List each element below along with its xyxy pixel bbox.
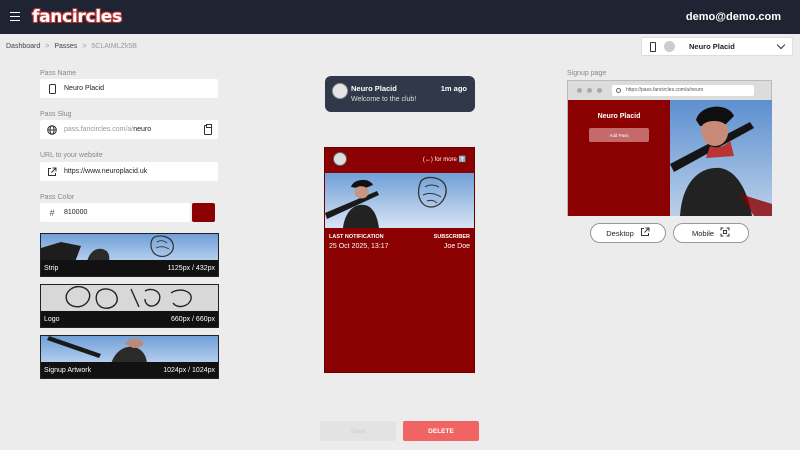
website-value: https://www.neuroplacid.uk xyxy=(64,168,148,175)
logo-name: Logo xyxy=(44,315,60,323)
signup-artwork-image xyxy=(41,336,218,364)
clipboard-icon[interactable] xyxy=(204,124,212,135)
last-notification-value: 25 Oct 2025, 13:17 xyxy=(329,243,389,250)
top-bar: fancircles demo@demo.com xyxy=(0,0,800,34)
slug-value: neuro xyxy=(133,126,152,133)
desktop-preview-button[interactable]: Desktop xyxy=(590,223,666,243)
user-email[interactable]: demo@demo.com xyxy=(686,11,781,23)
globe-icon xyxy=(46,124,58,135)
pass-strip-image xyxy=(325,173,474,228)
save-button[interactable]: Save xyxy=(320,421,396,441)
wallet-pass-preview: (↔) for more ⬆️ LAST NOTIFICATION 25 Oct… xyxy=(324,147,475,373)
pass-header-text: (↔) for more ⬆️ xyxy=(422,157,466,163)
signup-page-label: Signup page xyxy=(567,70,607,77)
desktop-label: Desktop xyxy=(606,228,634,238)
browser-url: https://pass.fancircles.com/a/neuro xyxy=(612,85,754,96)
logo-size: 660px / 660px xyxy=(171,315,215,323)
browser-dot-icon xyxy=(597,88,602,93)
browser-bar: https://pass.fancircles.com/a/neuro xyxy=(568,81,771,100)
external-link-icon xyxy=(640,227,650,239)
delete-button[interactable]: DELETE xyxy=(403,421,479,441)
breadcrumb-passes[interactable]: Passes xyxy=(54,43,77,50)
phone-icon xyxy=(650,41,656,52)
signup-artwork-caption: Signup Artwork 1024px / 1024px xyxy=(41,362,218,378)
signup-left-pane: Neuro Placid Add Pass xyxy=(568,100,670,216)
pass-logo xyxy=(333,152,347,166)
phone-icon xyxy=(46,83,58,94)
pass-color-label: Pass Color xyxy=(40,194,75,201)
chevron-down-icon xyxy=(776,40,786,50)
subscriber-label: SUBSCRIBER xyxy=(433,234,470,240)
last-notification-label: LAST NOTIFICATION xyxy=(329,234,384,240)
search-icon xyxy=(616,88,621,93)
pass-name-field[interactable]: Neuro Placid xyxy=(40,79,218,98)
mobile-label: Mobile xyxy=(691,228,715,238)
website-label: URL to your website xyxy=(40,152,103,159)
pass-selector[interactable]: Neuro Placid xyxy=(641,37,793,56)
pass-avatar xyxy=(664,41,675,52)
signup-browser-preview: https://pass.fancircles.com/a/neuro Neur… xyxy=(567,80,772,216)
breadcrumb-separator: > xyxy=(82,43,87,50)
browser-dot-icon xyxy=(577,88,582,93)
pass-name-value: Neuro Placid xyxy=(64,85,105,92)
subscriber-value: Joe Doe xyxy=(443,243,470,250)
strip-image xyxy=(41,234,218,262)
signup-title: Neuro Placid xyxy=(597,113,641,120)
breadcrumb: Dashboard > Passes > 5CLAtMLZk5B xyxy=(6,43,137,50)
signup-artwork xyxy=(670,100,772,216)
strip-image-tile[interactable]: Strip 1125px / 432px xyxy=(40,233,219,277)
strip-name: Strip xyxy=(44,264,59,272)
menu-icon[interactable] xyxy=(10,12,20,21)
pass-selector-value: Neuro Placid xyxy=(689,42,735,51)
strip-caption: Strip 1125px / 432px xyxy=(41,260,218,276)
color-swatch[interactable] xyxy=(192,203,215,222)
qr-scan-icon xyxy=(720,227,730,239)
website-field[interactable]: https://www.neuroplacid.uk xyxy=(40,162,218,181)
logo-caption: Logo 660px / 660px xyxy=(41,311,218,327)
signup-artwork-size: 1024px / 1024px xyxy=(163,366,215,374)
signup-artwork-name: Signup Artwork xyxy=(44,366,92,374)
pass-name-label: Pass Name xyxy=(40,70,77,77)
app-logo[interactable]: fancircles xyxy=(32,7,122,27)
pass-slug-field[interactable]: pass.fancircles.com/a/neuro xyxy=(40,120,218,139)
notification-title: Neuro Placid xyxy=(351,84,397,93)
signup-artwork-tile[interactable]: Signup Artwork 1024px / 1024px xyxy=(40,335,219,379)
notification-time: 1m ago xyxy=(440,84,467,93)
hash-icon: # xyxy=(49,207,55,218)
breadcrumb-separator: > xyxy=(45,43,50,50)
pass-color-field[interactable]: # 810000 xyxy=(40,203,190,222)
breadcrumb-current: 5CLAtMLZk5B xyxy=(91,43,137,50)
logo-image-tile[interactable]: Logo 660px / 660px xyxy=(40,284,219,328)
notification-preview: Neuro Placid 1m ago Welcome to the club! xyxy=(325,76,475,112)
strip-size: 1125px / 432px xyxy=(167,264,215,272)
pass-color-value: 810000 xyxy=(64,209,88,216)
browser-url-text: https://pass.fancircles.com/a/neuro xyxy=(626,87,704,93)
breadcrumb-dashboard[interactable]: Dashboard xyxy=(6,43,40,50)
notification-message: Welcome to the club! xyxy=(351,96,417,103)
external-link-icon xyxy=(46,167,58,177)
browser-dot-icon xyxy=(587,88,592,93)
add-pass-button[interactable]: Add Pass xyxy=(589,128,649,142)
mobile-preview-button[interactable]: Mobile xyxy=(673,223,749,243)
pass-slug-label: Pass Slug xyxy=(40,111,72,118)
slug-prefix: pass.fancircles.com/a/ xyxy=(64,126,134,133)
logo-image xyxy=(41,285,218,313)
notification-avatar xyxy=(332,83,348,99)
